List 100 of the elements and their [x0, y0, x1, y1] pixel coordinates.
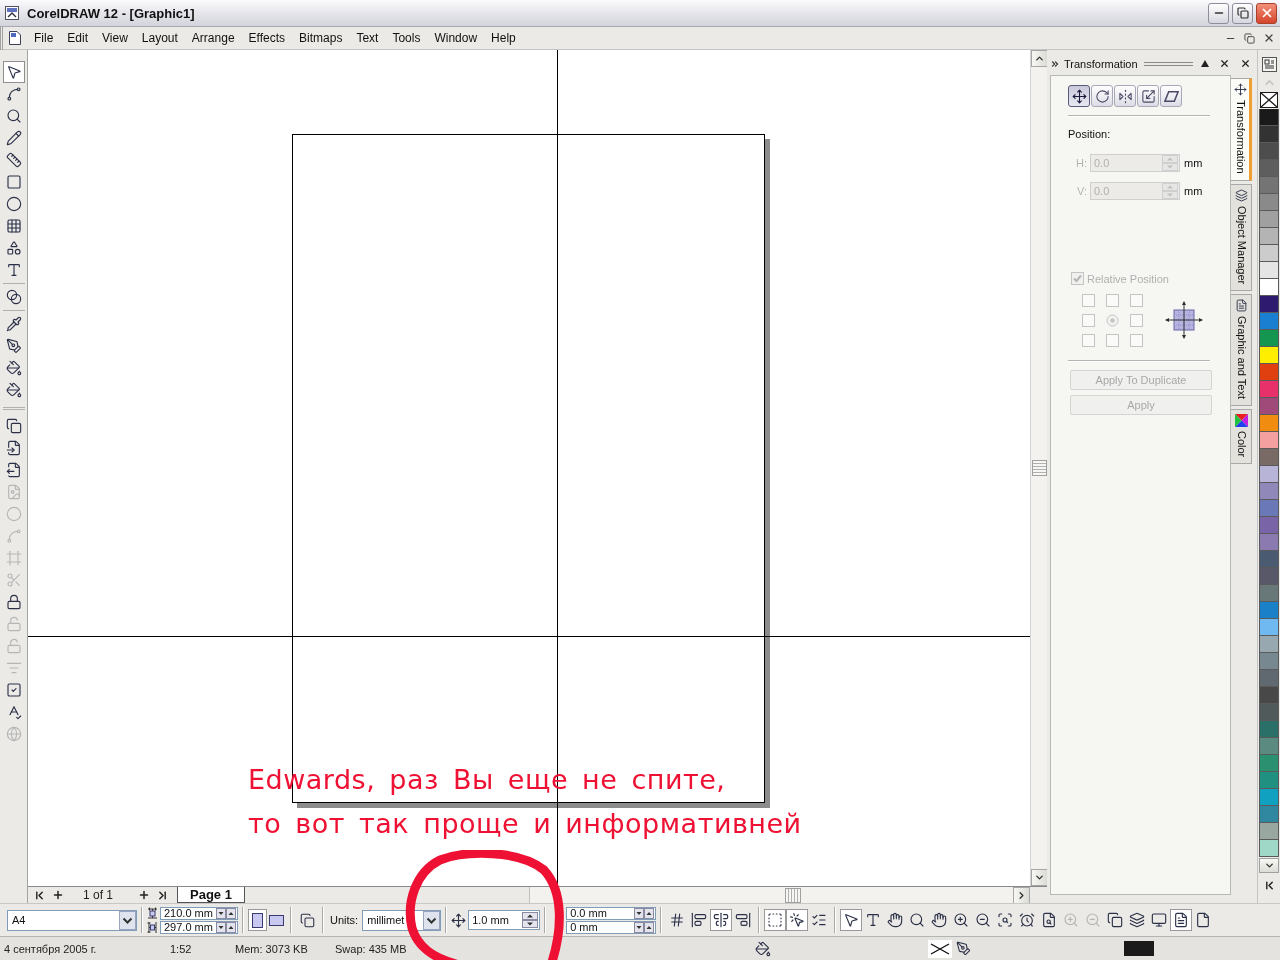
color-swatch[interactable] [1260, 449, 1278, 465]
scroll-right-button[interactable] [1013, 886, 1030, 904]
spinner-icon[interactable] [522, 912, 539, 928]
close-icon[interactable] [1240, 58, 1251, 69]
page-width-field[interactable]: 210.0 mm [160, 906, 238, 920]
duplicate-distance-field[interactable]: 0 mm [566, 920, 657, 934]
color-swatch[interactable] [1260, 432, 1278, 448]
toolbar-button[interactable] [710, 909, 733, 931]
menu-item[interactable]: View [95, 27, 135, 49]
color-swatch[interactable] [1260, 279, 1278, 295]
document-icon[interactable] [8, 30, 22, 46]
page-height-field[interactable]: 297.0 mm [160, 920, 238, 934]
color-swatch[interactable] [1260, 262, 1278, 278]
chevron-down-icon[interactable] [119, 910, 136, 930]
toolbar-button[interactable] [840, 909, 863, 931]
color-swatch[interactable] [1260, 466, 1278, 482]
duplicate-distance-field[interactable]: 0.0 mm [566, 906, 657, 920]
no-color-swatch[interactable] [1260, 92, 1278, 108]
color-swatch[interactable] [1260, 143, 1278, 159]
color-swatch[interactable] [1260, 381, 1278, 397]
color-swatch[interactable] [1260, 313, 1278, 329]
color-swatch[interactable] [1260, 330, 1278, 346]
chevron-down-icon[interactable] [423, 910, 441, 930]
palette-menu-icon[interactable] [1261, 57, 1277, 72]
nudge-field[interactable]: 1.0 mm [468, 910, 541, 930]
transform-mode-button[interactable] [1137, 85, 1159, 107]
color-swatch[interactable] [1260, 721, 1278, 737]
color-swatch[interactable] [1260, 568, 1278, 584]
menu-item[interactable]: Window [427, 27, 485, 49]
paper-size-dropdown[interactable]: A4 [7, 909, 137, 931]
add-page-button[interactable] [137, 888, 151, 902]
add-page-button[interactable] [51, 888, 65, 902]
color-swatch[interactable] [1260, 483, 1278, 499]
palette-scroll-button[interactable] [1259, 858, 1279, 873]
toolbar-button[interactable] [786, 909, 809, 931]
color-swatch[interactable] [1260, 619, 1278, 635]
color-swatch[interactable] [1260, 534, 1278, 550]
color-swatch[interactable] [1260, 211, 1278, 227]
color-swatch[interactable] [1260, 636, 1278, 652]
spinner-icon[interactable] [634, 907, 655, 919]
menu-item[interactable]: Layout [134, 27, 185, 49]
triangle-up-icon[interactable] [1201, 60, 1209, 67]
docker-tab[interactable]: Graphic and Text [1231, 293, 1252, 406]
menu-item[interactable]: Text [349, 27, 386, 49]
color-swatch[interactable] [1260, 228, 1278, 244]
color-swatch[interactable] [1260, 670, 1278, 686]
menu-item[interactable]: Arrange [184, 27, 242, 49]
minimize-button[interactable] [1208, 2, 1229, 24]
color-swatch[interactable] [1260, 364, 1278, 380]
spinner-icon[interactable] [216, 921, 236, 933]
restore-icon[interactable] [1244, 32, 1255, 44]
color-swatch[interactable] [1260, 126, 1278, 142]
docker-tab[interactable]: Transformation [1231, 78, 1252, 181]
color-swatch[interactable] [1260, 687, 1278, 703]
page-tab[interactable]: Page 1 [177, 887, 245, 903]
color-swatch[interactable] [1260, 109, 1278, 125]
transform-mode-button[interactable] [1160, 85, 1182, 107]
color-swatch[interactable] [1260, 653, 1278, 669]
restore-button[interactable] [1232, 2, 1253, 24]
color-swatch[interactable] [1260, 602, 1278, 618]
color-swatch[interactable] [1260, 823, 1278, 839]
scrollbar-thumb[interactable] [1031, 460, 1047, 476]
menu-item[interactable]: Tools [385, 27, 428, 49]
spinner-icon[interactable] [216, 907, 236, 919]
color-swatch[interactable] [1260, 245, 1278, 261]
color-swatch[interactable] [1260, 789, 1278, 805]
color-swatch[interactable] [1260, 415, 1278, 431]
color-swatch[interactable] [1260, 840, 1278, 856]
menu-item[interactable]: Effects [241, 27, 293, 49]
color-swatch[interactable] [1260, 772, 1278, 788]
menu-item[interactable]: File [27, 27, 61, 49]
color-swatch[interactable] [1260, 704, 1278, 720]
color-swatch[interactable] [1260, 551, 1278, 567]
color-swatch[interactable] [1260, 517, 1278, 533]
close-icon[interactable] [1219, 58, 1230, 69]
close-icon[interactable] [1263, 32, 1275, 44]
orientation-button[interactable] [248, 909, 267, 931]
docker-tab[interactable]: Color [1231, 408, 1252, 465]
close-button[interactable] [1256, 2, 1277, 24]
color-swatch[interactable] [1260, 177, 1278, 193]
transform-mode-button[interactable] [1068, 85, 1090, 107]
color-swatch[interactable] [1260, 398, 1278, 414]
menu-item[interactable]: Bitmaps [292, 27, 350, 49]
color-swatch[interactable] [1260, 160, 1278, 176]
color-swatch[interactable] [1260, 738, 1278, 754]
color-swatch[interactable] [1260, 755, 1278, 771]
scrollbar-thumb[interactable] [785, 887, 801, 903]
docker-tab[interactable]: Object Manager [1231, 183, 1252, 291]
toolbar-button[interactable] [1170, 909, 1193, 931]
color-swatch[interactable] [1260, 296, 1278, 312]
color-swatch[interactable] [1260, 806, 1278, 822]
spinner-icon[interactable] [634, 921, 655, 933]
color-swatch[interactable] [1260, 585, 1278, 601]
tool-button[interactable] [2, 61, 25, 83]
menu-item[interactable]: Help [484, 27, 523, 49]
color-swatch[interactable] [1260, 194, 1278, 210]
color-swatch[interactable] [1260, 347, 1278, 363]
double-chevron-icon[interactable] [1050, 58, 1060, 69]
color-swatch[interactable] [1260, 500, 1278, 516]
menu-item[interactable]: Edit [60, 27, 96, 49]
